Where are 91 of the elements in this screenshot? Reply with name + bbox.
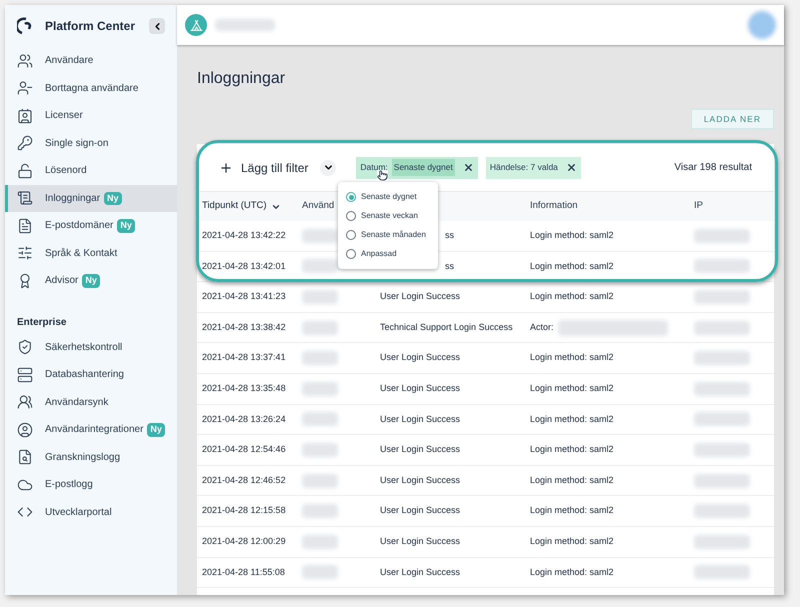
nav-label: Lösenord (45, 164, 87, 178)
sidebar-item[interactable]: Licenser (5, 102, 177, 130)
table-cell-text: 2021-04-28 13:26:24 (201, 412, 287, 426)
table-cell: User Login Success (380, 566, 460, 577)
sidebar-item[interactable]: Inloggningar Ny (5, 184, 177, 212)
table-cell-text: Actor: (530, 320, 554, 334)
table-cell-text: Login method: saml2 (530, 534, 614, 548)
new-badge: Ny (104, 192, 122, 205)
chip-label: Datum: (360, 161, 388, 174)
table-cell: ss (445, 230, 454, 240)
table-cell-text: Login method: saml2 (530, 443, 614, 456)
nav-label: Utvecklarportal (45, 506, 112, 520)
nav-label: Språk & Kontakt (45, 246, 118, 261)
sidebar-item[interactable]: E-postlogg (5, 471, 177, 498)
filter-chip[interactable]: Händelse: 7 valda (486, 156, 581, 178)
sidebar-item[interactable]: Språk & Kontakt (5, 240, 177, 267)
table-cell-text: Login method: saml2 (530, 290, 614, 304)
table-cell-text: 2021-04-28 13:35:48 (201, 382, 287, 396)
date-option[interactable]: Senaste veckan (346, 209, 430, 223)
sidebar-item[interactable]: Lösenord (5, 157, 177, 184)
nav-label: Inloggningar (45, 192, 100, 206)
sidebar-item[interactable]: Granskningslogg (5, 444, 177, 471)
date-option[interactable]: Senaste dygnet (346, 190, 430, 204)
sidebar-item[interactable]: Användare (5, 47, 177, 74)
sidebar-item[interactable]: Användarintegrationer Ny (5, 416, 177, 444)
table-cell-text: Login method: saml2 (530, 474, 614, 487)
table-cell-text: Login method: saml2 (530, 412, 614, 426)
nav-label: Single sign-on (45, 136, 108, 151)
table-cell-text: Login method: saml2 (530, 566, 614, 579)
nav-label: E-postdomäner (45, 219, 114, 234)
date-option[interactable]: Senaste månaden (346, 228, 430, 242)
table-cell-text: 2021-04-28 12:00:29 (201, 534, 287, 548)
sidebar-item[interactable]: Single sign-on (5, 130, 177, 157)
column-header[interactable]: Tidpunkt (UTC) (202, 199, 267, 214)
sidebar-item[interactable]: Utvecklarportal (5, 498, 177, 526)
table-cell-text: Login method: saml2 (530, 260, 614, 273)
table-cell-text: 2021-04-28 11:55:08 (201, 566, 286, 579)
table-cell-text: 2021-04-28 12:54:46 (201, 443, 287, 456)
table-cell-text: 2021-04-28 12:15:58 (201, 504, 287, 518)
nav-label: Säkerhetskontroll (45, 340, 122, 355)
column-header[interactable]: Information (530, 199, 578, 214)
sidebar-item[interactable]: Användarsynk (5, 388, 177, 416)
add-filter-button[interactable]: Lägg till filter (219, 158, 308, 176)
table-cell: User Login Success (380, 414, 460, 424)
sidebar-item[interactable]: Advisor Ny (5, 267, 177, 294)
table-cell: User Login Success (380, 291, 460, 302)
table-cell-text: 2021-04-28 13:37:41 (201, 351, 287, 364)
date-option[interactable]: Anpassad (346, 247, 430, 261)
sidebar-item[interactable]: Säkerhetskontroll (5, 334, 177, 361)
download-button[interactable]: LADDA NER (690, 109, 774, 129)
nav-label: Användarsynk (45, 396, 108, 410)
chip-value: Senaste dygnet (392, 159, 455, 176)
table-cell: User Login Success (380, 505, 460, 516)
nav-label: Granskningslogg (45, 450, 120, 465)
table-cell-text: Login method: saml2 (530, 382, 614, 396)
sidebar-item[interactable]: Databashantering (5, 361, 177, 388)
table-cell-text: 2021-04-28 13:42:01 (201, 260, 287, 273)
table-cell-text: 2021-04-28 13:41:23 (201, 290, 287, 304)
column-header[interactable]: Använd (302, 199, 334, 214)
table-cell: User Login Success (380, 352, 460, 362)
table-cell: User Login Success (380, 444, 460, 454)
new-badge: Ny (117, 219, 135, 232)
table-cell-text: 2021-04-28 12:46:52 (201, 474, 287, 487)
table-cell-text: 2021-04-28 13:38:42 (201, 320, 287, 334)
table-cell-text: Login method: saml2 (530, 351, 614, 364)
nav-label: Borttagna användare (45, 82, 138, 96)
table-cell-text: 2021-04-28 13:42:22 (201, 229, 287, 242)
column-header[interactable]: IP (694, 199, 703, 214)
nav-label: E-postlogg (45, 478, 93, 492)
new-badge: Ny (82, 274, 100, 288)
filter-chip[interactable]: Datum: Senaste dygnet (356, 156, 478, 178)
table-cell: User Login Success (380, 474, 460, 485)
table-cell: Technical Support Login Success (380, 322, 513, 332)
sidebar-item[interactable]: E-postdomäner Ny (5, 212, 177, 240)
nav-label: Användare (45, 54, 94, 68)
chip-label: Händelse: 7 valda (490, 161, 558, 174)
table-cell: User Login Success (380, 383, 460, 394)
table-cell: ss (445, 260, 454, 271)
table-cell-text: Login method: saml2 (530, 504, 614, 518)
nav-label: Användarintegrationer (45, 423, 144, 438)
nav-label: Licenser (45, 109, 83, 124)
table-cell-text: Login method: saml2 (530, 229, 614, 242)
brand-name: Platform Center (45, 18, 136, 35)
sidebar-item[interactable]: Borttagna användare (5, 74, 177, 102)
page-title: Inloggningar (197, 69, 286, 89)
nav-label: Databashantering (45, 368, 124, 382)
result-count: Visar 198 resultat (674, 161, 752, 175)
nav-label: Advisor (45, 274, 78, 288)
section-title: Enterprise (16, 316, 68, 330)
table-cell: User Login Success (380, 536, 460, 546)
new-badge: Ny (147, 423, 165, 436)
